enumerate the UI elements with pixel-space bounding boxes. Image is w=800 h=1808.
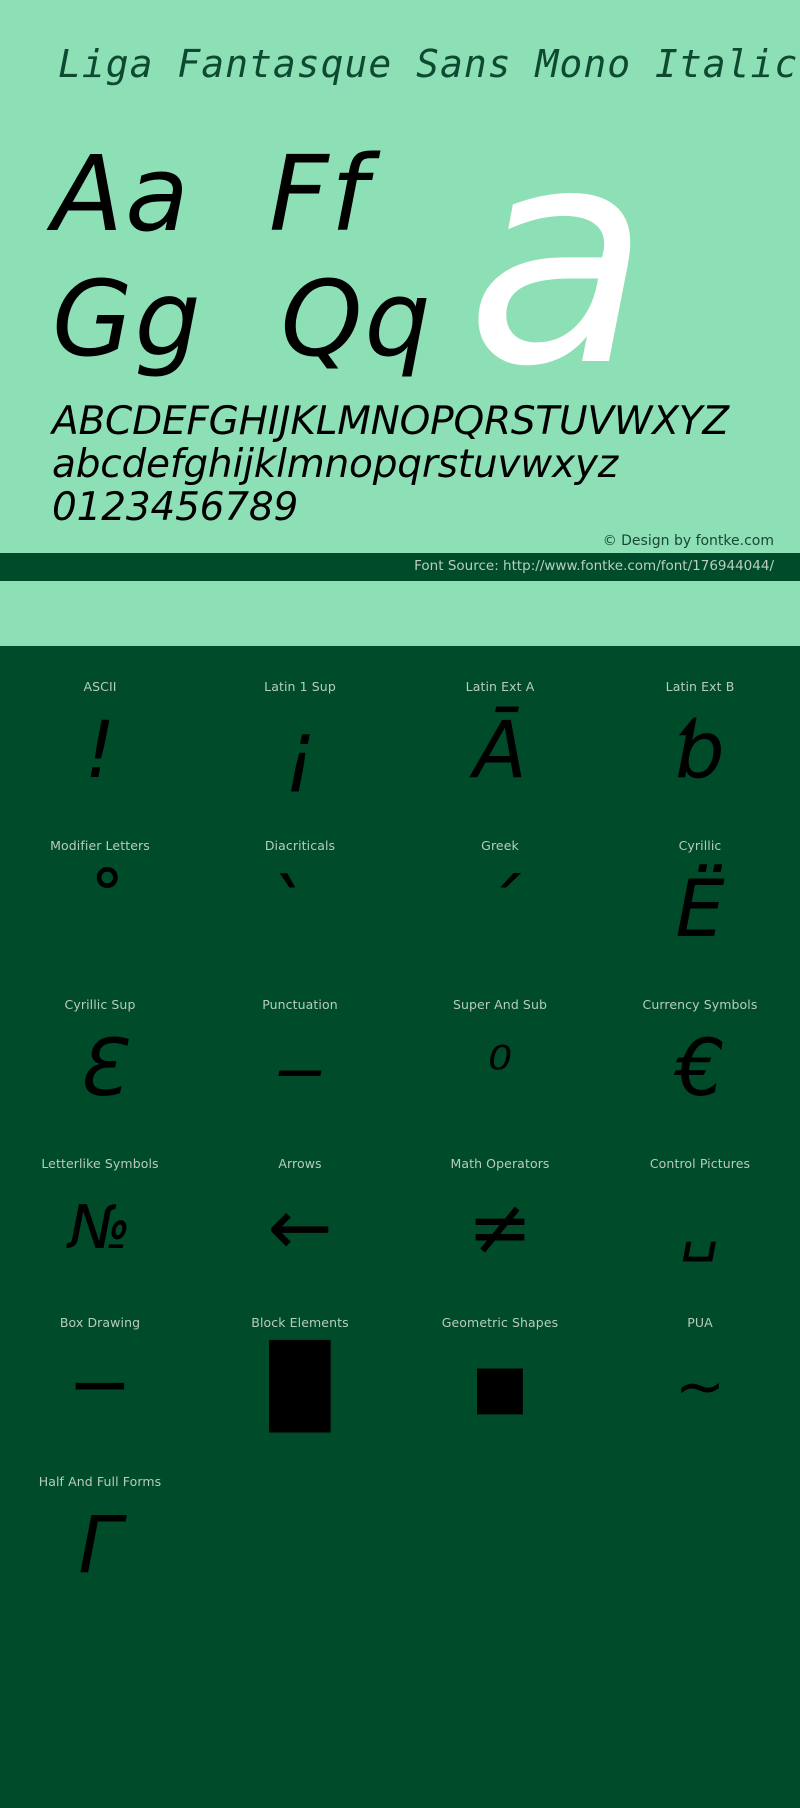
block-cell-greek: Greek ΄ <box>400 813 600 972</box>
block-label: Latin 1 Sup <box>264 679 336 694</box>
font-source-bar: Font Source: http://www.fontke.com/font/… <box>0 553 800 581</box>
uppercase-alphabet-line: ABCDEFGHIJKLMNOPQRSTUVWXYZ <box>52 399 729 444</box>
block-sample-glyph: ← <box>267 1183 333 1273</box>
block-label: Punctuation <box>262 997 338 1012</box>
block-label: Cyrillic <box>678 838 722 853</box>
block-cell-arrows: Arrows ← <box>200 1131 400 1290</box>
block-sample-glyph: ≠ <box>467 1183 533 1273</box>
block-row: Cyrillic Sup Ɛ Punctuation ‒ Super And S… <box>0 972 800 1131</box>
lowercase-alphabet-line: abcdefghijklmnopqrstuvwxyz <box>52 442 618 487</box>
block-cell-box-drawing: Box Drawing ─ <box>0 1290 200 1449</box>
block-sample-glyph: Ɛ <box>76 1024 124 1114</box>
glyph-pair-row: Gg Qq <box>52 258 452 390</box>
block-sample-glyph: Ā <box>473 706 527 796</box>
block-row: Box Drawing ─ Block Elements █ Geometric… <box>0 1290 800 1449</box>
block-cell-block-elements: Block Elements █ <box>200 1290 400 1449</box>
glyph-pair-row: Aa Ff <box>52 133 452 265</box>
block-cell-letterlike-symbols: Letterlike Symbols № <box>0 1131 200 1290</box>
block-cell-pua: PUA ~ <box>600 1290 800 1449</box>
block-sample-glyph: ~ <box>674 1352 726 1422</box>
block-cell-ascii: ASCII ! <box>0 654 200 813</box>
block-label: PUA <box>687 1315 713 1330</box>
block-cell-half-and-full-forms: Half And Full Forms Γ <box>0 1449 200 1608</box>
block-label: Block Elements <box>251 1315 349 1330</box>
block-sample-glyph: № <box>68 1193 132 1263</box>
block-sample-glyph: ƅ <box>675 706 725 796</box>
block-sample-glyph: ‒ <box>275 1024 325 1114</box>
block-label: Latin Ext A <box>465 679 535 694</box>
digits-line: 0123456789 <box>52 485 299 530</box>
block-sample-glyph: ■ <box>471 1352 529 1422</box>
font-title: Liga Fantasque Sans Mono Italic <box>58 42 799 86</box>
feature-glyph: a <box>466 83 650 432</box>
block-cell-latin-ext-a: Latin Ext A Ā <box>400 654 600 813</box>
block-cell-modifier-letters: Modifier Letters ˚ <box>0 813 200 972</box>
block-label: Diacriticals <box>264 838 336 853</box>
block-label: ASCII <box>83 679 117 694</box>
block-cell-diacriticals: Diacriticals ̀ <box>200 813 400 972</box>
block-sample-glyph: ! <box>84 706 116 796</box>
design-credit: © Design by fontke.com <box>602 533 774 549</box>
glyph-pair-aa: Aa <box>52 133 191 255</box>
specimen-panel: Liga Fantasque Sans Mono Italic Aa Ff Gg… <box>0 0 800 646</box>
block-label: Super And Sub <box>452 997 548 1012</box>
block-cell-currency-symbols: Currency Symbols € <box>600 972 800 1131</box>
block-label: Geometric Shapes <box>441 1315 559 1330</box>
block-sample-glyph: ␣ <box>680 1193 720 1263</box>
block-label: Modifier Letters <box>50 838 150 853</box>
block-cell-latin-ext-b: Latin Ext B ƅ <box>600 654 800 813</box>
block-label: Letterlike Symbols <box>41 1156 159 1171</box>
font-source-link[interactable]: Font Source: http://www.fontke.com/font/… <box>414 558 774 574</box>
block-sample-glyph: ¡ <box>284 706 316 796</box>
block-cell-empty <box>200 1449 400 1608</box>
block-cell-empty <box>400 1449 600 1608</box>
block-sample-glyph: █ <box>270 1342 330 1432</box>
block-label: Half And Full Forms <box>38 1474 162 1489</box>
character-waterfall: ABCDEFGHIJKLMNOPQRSTUVWXYZ abcdefghijklm… <box>52 400 752 529</box>
block-label: Arrows <box>278 1156 322 1171</box>
block-sample-glyph: ̀ <box>200 855 400 965</box>
block-sample-glyph: ─ <box>76 1342 124 1432</box>
block-row: Half And Full Forms Γ <box>0 1449 800 1608</box>
block-sample-glyph: € <box>675 1024 725 1114</box>
block-cell-control-pictures: Control Pictures ␣ <box>600 1131 800 1290</box>
block-row: ASCII ! Latin 1 Sup ¡ Latin Ext A Ā Lati… <box>0 654 800 813</box>
glyph-pair-gg: Gg <box>52 258 203 380</box>
block-sample-glyph: Γ <box>78 1501 122 1591</box>
block-cell-cyrillic: Cyrillic Ё <box>600 813 800 972</box>
block-cell-math-operators: Math Operators ≠ <box>400 1131 600 1290</box>
block-label: Cyrillic Sup <box>64 997 136 1012</box>
block-cell-latin-1-sup: Latin 1 Sup ¡ <box>200 654 400 813</box>
block-label: Math Operators <box>450 1156 550 1171</box>
block-label: Currency Symbols <box>642 997 758 1012</box>
block-label: Greek <box>481 838 519 853</box>
block-row: Letterlike Symbols № Arrows ← Math Opera… <box>0 1131 800 1290</box>
block-cell-cyrillic-sup: Cyrillic Sup Ɛ <box>0 972 200 1131</box>
glyph-pair-ff: Ff <box>268 133 370 255</box>
block-sample-glyph: ⁰ <box>487 1034 513 1104</box>
block-label: Latin Ext B <box>665 679 735 694</box>
block-label: Control Pictures <box>649 1156 751 1171</box>
block-sample-glyph: ˚ <box>80 865 120 955</box>
block-sample-glyph: ΄ <box>480 865 520 955</box>
block-cell-punctuation: Punctuation ‒ <box>200 972 400 1131</box>
block-row: Modifier Letters ˚ Diacriticals ̀ Greek … <box>0 813 800 972</box>
block-cell-empty <box>600 1449 800 1608</box>
unicode-block-grid: ASCII ! Latin 1 Sup ¡ Latin Ext A Ā Lati… <box>0 646 800 1608</box>
block-cell-geometric-shapes: Geometric Shapes ■ <box>400 1290 600 1449</box>
block-cell-super-and-sub: Super And Sub ⁰ <box>400 972 600 1131</box>
glyph-pair-grid: Aa Ff Gg Qq <box>52 133 452 390</box>
glyph-pair-qq: Qq <box>280 258 433 380</box>
block-label: Box Drawing <box>59 1315 141 1330</box>
block-sample-glyph: Ё <box>675 865 725 955</box>
